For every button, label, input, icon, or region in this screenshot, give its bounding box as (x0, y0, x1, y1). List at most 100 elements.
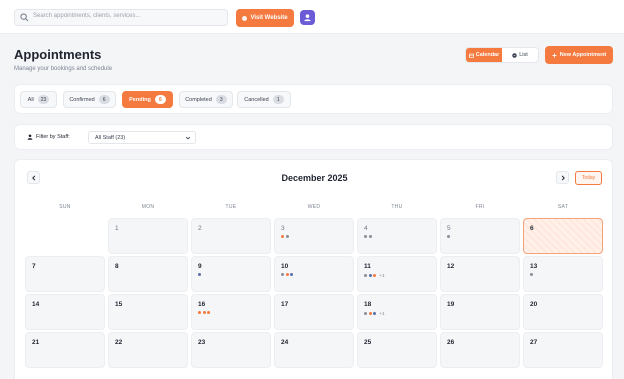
calendar-day-cell[interactable]: 24 (274, 332, 354, 368)
day-number: 3 (281, 225, 285, 232)
day-number: 13 (530, 263, 538, 270)
calendar-day-cell[interactable]: 27 (523, 332, 603, 368)
user-icon (304, 14, 311, 22)
calendar-day-cell[interactable]: 9 (191, 256, 271, 292)
tab-cancelled[interactable]: Cancelled 1 (237, 91, 291, 108)
calendar-day-cell[interactable]: 15 (108, 294, 188, 330)
weekday-header: WED (307, 204, 321, 210)
calendar-view-label: Calendar (475, 52, 500, 58)
tab-label: All (27, 96, 34, 103)
calendar-day-cell[interactable]: 18 +1 (357, 294, 437, 330)
appointment-dot (198, 311, 201, 314)
calendar-day-cell[interactable]: 2 (191, 218, 271, 254)
calendar-day-cell[interactable]: 22 (108, 332, 188, 368)
calendar-day-cell[interactable]: 21 (25, 332, 105, 368)
day-number: 22 (115, 339, 123, 346)
appointment-dot (198, 273, 201, 276)
day-number: 23 (198, 339, 206, 346)
calendar-day-cell[interactable]: 26 (440, 332, 520, 368)
calendar-day-cell[interactable]: 3 (274, 218, 354, 254)
list-view-label: List (519, 52, 528, 58)
appointment-dot (207, 311, 210, 314)
list-icon (512, 52, 517, 58)
day-number: 21 (32, 339, 40, 346)
day-number: 4 (364, 225, 368, 232)
day-number: 5 (447, 225, 451, 232)
calendar-day-cell[interactable]: 17 (274, 294, 354, 330)
appointment-dot (530, 273, 533, 276)
appointment-dot (373, 274, 376, 277)
staff-select[interactable]: All Staff (23) (88, 131, 196, 144)
calendar-day-cell[interactable]: 1 (108, 218, 188, 254)
chevron-right-icon (561, 175, 565, 180)
appointment-dot (364, 312, 367, 315)
weekday-header: FRI (475, 204, 485, 210)
top-bar: Search appointments, clients, services..… (0, 0, 624, 34)
calendar-day-cell[interactable]: 10 (274, 256, 354, 292)
plus-icon (552, 53, 557, 57)
view-toggle: Calendar List (465, 47, 539, 63)
day-number: 18 (364, 301, 372, 308)
calendar-day-cell[interactable]: 19 (440, 294, 520, 330)
day-number: 19 (447, 301, 455, 308)
day-number: 17 (281, 301, 289, 308)
weekday-header: MON (141, 204, 155, 210)
list-view-button[interactable]: List (502, 48, 538, 62)
appointment-dots (447, 235, 450, 238)
weekday-header: SAT (557, 204, 569, 210)
calendar-day-cell[interactable]: 12 (440, 256, 520, 292)
day-number: 1 (115, 225, 119, 232)
day-number: 11 (364, 263, 371, 270)
appointment-dot (281, 235, 284, 238)
appointment-dot (202, 311, 206, 314)
search-input[interactable]: Search appointments, clients, services..… (14, 9, 228, 26)
appointment-dots: +1 (364, 311, 385, 316)
appointment-dot (368, 235, 372, 238)
day-number: 15 (115, 301, 123, 308)
more-appointments-count: +1 (379, 311, 385, 316)
calendar-day-cell[interactable]: 13 (523, 256, 603, 292)
filter-label-text: Filter by Staff: (36, 134, 70, 140)
calendar-day-cell[interactable]: 5 (440, 218, 520, 254)
tab-confirmed[interactable]: Confirmed 6 (63, 91, 116, 108)
filter-label: Filter by Staff: (27, 134, 70, 140)
calendar-day-cell[interactable]: 6 (523, 218, 603, 254)
day-number: 26 (447, 339, 455, 346)
new-appointment-label: New Appointment (559, 52, 607, 58)
calendar-panel: December 2025 Today SUN MON TUE WED THU FRI SA… (14, 159, 613, 379)
filter-user-icon (27, 134, 33, 140)
calendar-day-cell[interactable]: 20 (523, 294, 603, 330)
avatar[interactable] (300, 10, 315, 25)
appointment-dot (290, 273, 293, 276)
calendar-day-cell[interactable]: 11 +1 (357, 256, 437, 292)
weekday-header: THU (391, 204, 403, 210)
calendar-day-cell[interactable]: 14 (25, 294, 105, 330)
appointment-dots (281, 235, 289, 238)
tab-pending[interactable]: Pending 6 (122, 91, 173, 108)
tab-completed[interactable]: Completed 3 (179, 91, 233, 108)
day-number: 2 (198, 225, 202, 232)
calendar-view-button[interactable]: Calendar (466, 48, 502, 62)
calendar-day-cell[interactable]: 23 (191, 332, 271, 368)
appointment-dot (368, 274, 372, 277)
next-month-button[interactable] (556, 171, 569, 184)
calendar-day-cell[interactable]: 4 (357, 218, 437, 254)
staff-select-value: All Staff (23) (95, 134, 126, 141)
tab-all[interactable]: All 23 (20, 91, 57, 108)
status-tabs: All 23 Confirmed 6 Pending 6 Completed 3… (14, 84, 613, 114)
day-number: 10 (281, 263, 289, 270)
calendar-day-cell[interactable]: 8 (108, 256, 188, 292)
page-subtitle: Manage your bookings and schedule (14, 66, 113, 72)
appointment-dots: +1 (364, 273, 385, 278)
calendar-day-cell[interactable]: 16 (191, 294, 271, 330)
new-appointment-button[interactable]: New Appointment (545, 46, 613, 64)
visit-website-button[interactable]: Visit Website (236, 9, 294, 27)
calendar-day-cell[interactable]: 25 (357, 332, 437, 368)
today-button[interactable]: Today (575, 171, 602, 185)
staff-filter-bar: Filter by Staff: All Staff (23) (14, 124, 613, 150)
calendar-day-cell[interactable]: 7 (25, 256, 105, 292)
weekday-header: SUN (59, 204, 71, 210)
appointment-dots (364, 235, 372, 238)
weekday-header: TUE (225, 204, 237, 210)
day-number: 7 (32, 263, 36, 270)
